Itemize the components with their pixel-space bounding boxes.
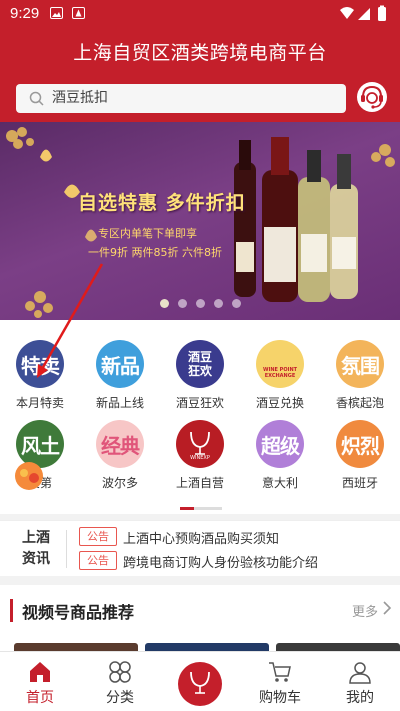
carousel-dot[interactable] (214, 299, 223, 308)
carousel-dot[interactable] (178, 299, 187, 308)
category-sparkling[interactable]: 氛围 香槟起泡 (320, 340, 400, 420)
battery-icon (378, 7, 386, 21)
image-notification-icon (50, 7, 63, 19)
tab-category[interactable]: 分类 (80, 652, 160, 711)
cart-icon (269, 662, 291, 682)
category-label: 意大利 (261, 476, 298, 490)
search-icon (29, 91, 44, 106)
tab-profile[interactable]: 我的 (320, 652, 400, 711)
category-spain[interactable]: 炽烈 西班牙 (320, 420, 400, 500)
category-label: 酒豆兑换 (255, 396, 304, 410)
grid-page-indicator-active (180, 507, 194, 510)
tab-label: 分类 (106, 690, 134, 706)
news-section: 上酒资讯 公告 上酒中心预购酒品购买须知 公告 跨境电商订购人身份验核功能介绍 (0, 520, 400, 576)
category-label: 香槟起泡 (335, 396, 384, 410)
classic-badge-icon: 经典 (96, 420, 144, 468)
sale-badge-icon: 特卖 (16, 340, 64, 388)
banner-line-1: 专区内单笔下单即享 (98, 227, 197, 240)
category-label: 本月特卖 (15, 396, 64, 410)
wine-bottle (234, 162, 256, 297)
video-products-section: 视频号商品推荐 更多 (0, 585, 400, 651)
tab-cart[interactable]: 购物车 (240, 652, 320, 711)
app-notification-icon (72, 7, 85, 19)
news-title: 上酒资讯 (22, 530, 50, 567)
signal-icon (358, 8, 370, 20)
category-winexp-self[interactable]: WINEXP 上酒自营 (160, 420, 240, 500)
notice-tag: 公告 (79, 527, 117, 546)
news-item-text[interactable]: 上酒中心预购酒品购买须知 (123, 528, 279, 547)
category-grid: 特卖 本月特卖 新品 新品上线 酒豆狂欢 酒豆狂欢 WINE POINT EXC… (0, 320, 400, 514)
winexp-logo-icon[interactable] (178, 662, 222, 706)
atmosphere-badge-icon: 氛围 (336, 340, 384, 388)
category-label: 上酒自营 (175, 476, 224, 490)
status-time: 9:29 (10, 5, 40, 22)
grid-page-indicator (194, 507, 222, 510)
tab-label: 首页 (26, 690, 54, 706)
tab-label: 购物车 (259, 690, 301, 706)
notice-tag: 公告 (79, 551, 117, 570)
bean-carnival-icon: 酒豆狂欢 (176, 340, 224, 388)
system-status-icons (340, 5, 386, 21)
category-bean-carnival[interactable]: 酒豆狂欢 酒豆狂欢 (160, 340, 240, 420)
winexp-logo-icon: WINEXP (176, 420, 224, 468)
page-title: 上海自贸区酒类跨境电商平台 (73, 42, 327, 64)
video-thumbnail[interactable] (145, 643, 269, 651)
super-badge-icon: 超级 (256, 420, 304, 468)
category-monthly-sale[interactable]: 特卖 本月特卖 (0, 340, 80, 420)
section-title: 视频号商品推荐 (22, 603, 135, 622)
profile-icon (349, 662, 371, 684)
wifi-icon (340, 7, 354, 19)
news-item-text[interactable]: 跨境电商订购人身份验核功能介绍 (123, 552, 318, 571)
bottom-tab-bar: 首页 分类 购物车 我的 (0, 651, 400, 711)
floating-assistant-icon[interactable] (12, 458, 46, 494)
category-icon (109, 661, 131, 683)
status-bar: 9:29 (0, 0, 400, 28)
video-thumbnail[interactable] (14, 643, 138, 651)
category-label: 新品上线 (95, 396, 144, 410)
tab-label: 我的 (346, 690, 374, 706)
category-bordeaux[interactable]: 经典 波尔多 (80, 420, 160, 500)
search-bar[interactable]: 酒豆抵扣 (16, 84, 346, 113)
tab-home[interactable]: 首页 (0, 652, 80, 711)
blazing-badge-icon: 炽烈 (336, 420, 384, 468)
section-accent-bar (10, 599, 13, 622)
home-icon (30, 662, 50, 682)
banner-artwork (6, 127, 395, 318)
video-thumbnail[interactable] (276, 643, 400, 651)
app-header: 9:29 上海自贸区酒类跨境电商平台 酒豆抵扣 (0, 0, 400, 122)
search-input[interactable]: 酒豆抵扣 (52, 89, 108, 108)
new-badge-icon: 新品 (96, 340, 144, 388)
chevron-right-icon[interactable] (382, 601, 392, 615)
promo-banner[interactable]: 自选特惠 多件折扣 专区内单笔下单即享 一件9折 两件85折 六件8折 (0, 122, 400, 320)
carousel-dot[interactable] (232, 299, 241, 308)
more-link[interactable]: 更多 (352, 601, 378, 620)
banner-line-2: 一件9折 两件85折 六件8折 (88, 246, 222, 259)
category-label: 波尔多 (101, 476, 138, 490)
news-divider (66, 530, 67, 568)
category-italy[interactable]: 超级 意大利 (240, 420, 320, 500)
carousel-dot[interactable] (160, 299, 169, 308)
customer-service-icon[interactable] (356, 80, 388, 116)
point-exchange-icon: WINE POINT EXCHANGE (256, 340, 304, 388)
banner-headline: 自选特惠 多件折扣 (78, 192, 246, 214)
category-new-arrivals[interactable]: 新品 新品上线 (80, 340, 160, 420)
category-point-exchange[interactable]: WINE POINT EXCHANGE 酒豆兑换 (240, 340, 320, 420)
carousel-dot[interactable] (196, 299, 205, 308)
category-label: 西班牙 (341, 476, 378, 490)
carousel-dots (0, 299, 400, 309)
category-label: 酒豆狂欢 (175, 396, 224, 410)
